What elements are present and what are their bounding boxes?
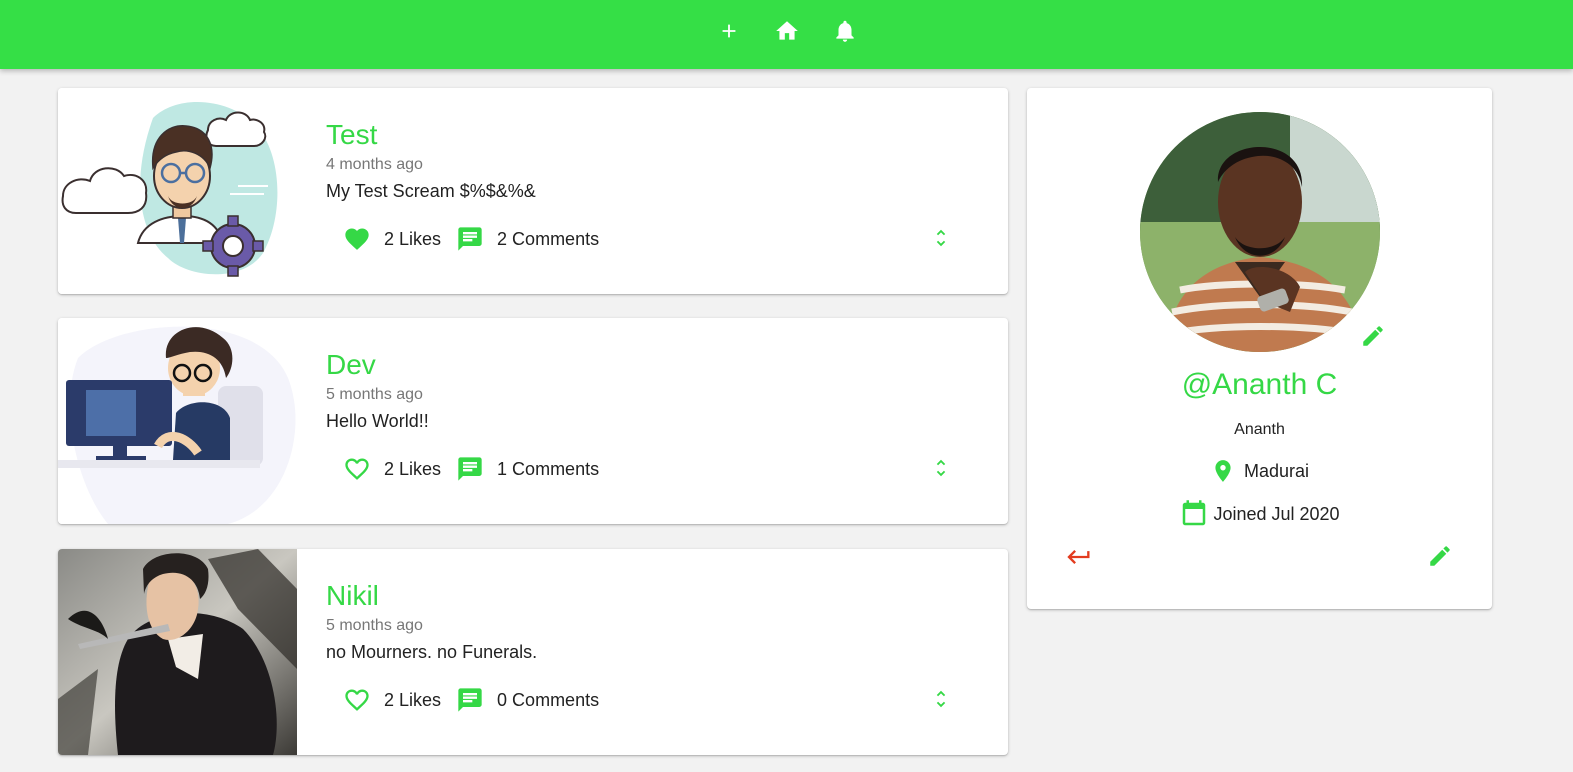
comment-icon [458, 457, 482, 481]
home-button[interactable] [773, 17, 801, 45]
comment-count: 2 Comments [497, 228, 600, 249]
comment-icon [458, 688, 482, 712]
add-post-button[interactable] [715, 17, 743, 45]
profile-handle-link[interactable]: @Ananth C [1027, 368, 1492, 402]
post-user-link[interactable]: Dev [326, 348, 1008, 382]
post-user-image [58, 549, 297, 755]
comment-count: 1 Comments [497, 458, 600, 479]
keyboard-return-icon [1067, 550, 1090, 564]
post-body: My Test Scream $%$&%& [326, 181, 536, 201]
location-text: Madurai [1243, 460, 1310, 481]
post-user-link[interactable]: Test [326, 118, 1008, 152]
comment-count: 0 Comments [497, 689, 600, 710]
edit-profile-image-button[interactable] [1360, 323, 1386, 349]
post-body: no Mourners. no Funerals. [326, 642, 538, 662]
post-body: Hello World!! [326, 411, 429, 431]
comment-button[interactable] [455, 224, 485, 254]
expand-post-button[interactable] [930, 453, 952, 483]
calendar-icon [1179, 499, 1209, 529]
pencil-icon [1363, 326, 1383, 346]
like-count: 2 Likes [384, 689, 442, 710]
comment-icon [458, 227, 482, 251]
post-card: Test 4 months ago My Test Scream $%$&%& … [58, 88, 1008, 294]
notifications-button[interactable] [831, 17, 859, 45]
post-content: Nikil 5 months ago no Mourners. no Funer… [326, 579, 1008, 663]
like-button[interactable] [342, 685, 372, 715]
comment-button[interactable] [455, 685, 485, 715]
post-time: 5 months ago [326, 617, 423, 634]
post-content: Dev 5 months ago Hello World!! [326, 348, 1008, 432]
post-actions: 2 Likes 1 Comments [342, 454, 613, 484]
like-count: 2 Likes [384, 458, 442, 479]
profile-joined: Joined Jul 2020 [1027, 499, 1492, 529]
profile-location: Madurai [1027, 458, 1492, 484]
profile-bio: Ananth [1234, 421, 1285, 438]
heart-filled-icon [345, 228, 369, 250]
edit-profile-details-button[interactable] [1427, 543, 1453, 569]
post-actions: 2 Likes 2 Comments [342, 224, 613, 254]
like-button[interactable] [342, 224, 372, 254]
comment-button[interactable] [455, 454, 485, 484]
joined-text: Joined Jul 2020 [1213, 503, 1340, 524]
location-icon [1210, 458, 1236, 484]
unfold-more-icon [936, 690, 946, 708]
post-time: 5 months ago [326, 386, 423, 403]
post-actions: 2 Likes 0 Comments [342, 685, 613, 715]
post-content: Test 4 months ago My Test Scream $%$&%& [326, 118, 1008, 202]
avatar [1140, 112, 1380, 352]
post-user-link[interactable]: Nikil [326, 579, 1008, 613]
profile-card: @Ananth C Ananth Madurai Joined Jul 2020 [1027, 88, 1492, 609]
post-user-image [58, 88, 297, 294]
expand-post-button[interactable] [930, 684, 952, 714]
unfold-more-icon [936, 459, 946, 477]
app-bar [0, 0, 1573, 69]
heart-outline-icon [345, 689, 369, 711]
post-card: Nikil 5 months ago no Mourners. no Funer… [58, 549, 1008, 755]
unfold-more-icon [936, 229, 946, 247]
pencil-icon [1430, 546, 1450, 566]
add-icon [722, 24, 735, 37]
like-count: 2 Likes [384, 228, 442, 249]
home-icon [775, 20, 798, 40]
like-button[interactable] [342, 454, 372, 484]
expand-post-button[interactable] [930, 223, 952, 253]
notifications-icon [835, 20, 854, 42]
post-time: 4 months ago [326, 156, 423, 173]
heart-outline-icon [345, 458, 369, 480]
post-user-image [58, 318, 297, 524]
post-card: Dev 5 months ago Hello World!! 2 Likes 1… [58, 318, 1008, 524]
logout-button[interactable] [1065, 543, 1093, 571]
